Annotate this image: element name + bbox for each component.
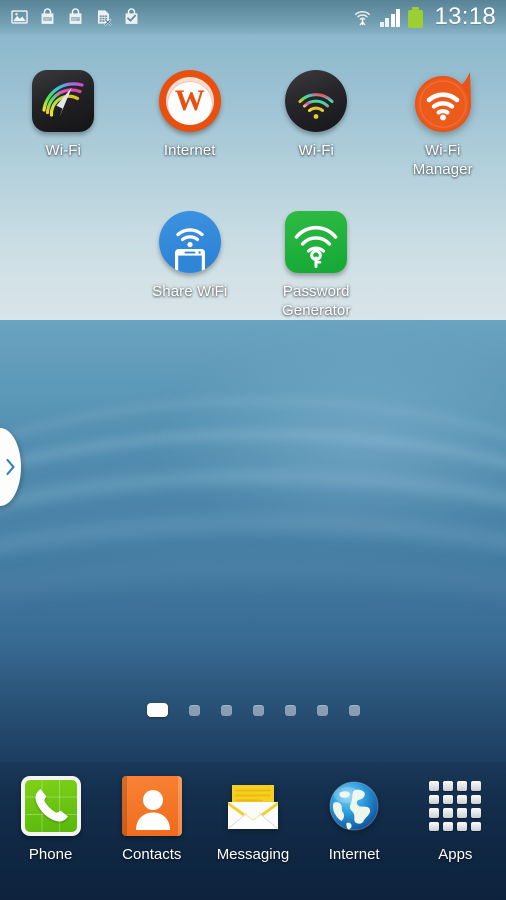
app-icon-password-generator[interactable]: Password Generator <box>253 203 380 320</box>
apps-grid-icon <box>425 776 485 836</box>
wifi-analyzer-icon <box>32 70 95 132</box>
status-bar[interactable]: 13:18 <box>0 0 506 34</box>
app-icon-internet-w[interactable]: W Internet <box>127 62 254 179</box>
status-bar-notifications[interactable] <box>10 7 141 27</box>
app-installed-check-icon <box>125 8 138 24</box>
dock-item-phone[interactable]: Phone <box>0 776 101 863</box>
app-label: Password Generator <box>282 283 351 319</box>
app-label: Wi-Fi Manager <box>412 142 473 178</box>
gallery-image-icon <box>11 10 28 24</box>
app-label: Wi-Fi <box>45 142 81 159</box>
app-label: Wi-Fi <box>298 142 334 159</box>
chevron-right-icon <box>6 458 15 476</box>
phone-icon <box>20 776 81 836</box>
app-row: Share WiFi Password Generator <box>0 203 506 320</box>
wifi-signal-icon <box>354 10 370 26</box>
page-indicator[interactable] <box>0 702 506 718</box>
home-app-grid: Wi-Fi W Internet Wi-Fi Wi-Fi Manager Sha… <box>0 62 506 320</box>
page-dot-5[interactable] <box>284 704 296 716</box>
page-dot-6[interactable] <box>316 704 328 716</box>
wifi-manager-icon <box>412 70 474 132</box>
app-icon-share-wifi[interactable]: Share WiFi <box>127 203 254 320</box>
page-dot-2[interactable] <box>188 704 200 716</box>
password-generator-icon <box>285 211 348 273</box>
messaging-icon <box>223 776 283 836</box>
dock: Phone Contacts Messaging Internet Apps <box>0 762 506 900</box>
share-wifi-icon <box>158 211 221 273</box>
cellular-signal-icon <box>379 8 401 27</box>
page-dot-3[interactable] <box>220 704 232 716</box>
android-home-screen: 13:18 Wi-Fi W Internet Wi-Fi Wi-Fi Manag… <box>0 0 506 900</box>
status-bar-clock: 13:18 <box>434 3 496 30</box>
battery-icon <box>408 6 424 28</box>
internet-w-icon: W <box>158 70 221 132</box>
globe-icon <box>324 776 384 836</box>
contacts-icon <box>121 776 182 836</box>
dock-item-internet[interactable]: Internet <box>304 776 405 863</box>
galaxy-apps-icon-2 <box>69 8 82 24</box>
galaxy-apps-icon <box>41 8 54 24</box>
app-label: Share WiFi <box>152 283 228 300</box>
app-icon-wifi-manager[interactable]: Wi-Fi Manager <box>380 62 506 179</box>
dock-item-contacts[interactable]: Contacts <box>101 776 202 863</box>
app-row: Wi-Fi W Internet Wi-Fi Wi-Fi Manager <box>0 62 506 179</box>
dock-item-messaging[interactable]: Messaging <box>202 776 303 863</box>
status-bar-system-icons[interactable]: 13:18 <box>353 5 496 29</box>
dock-label: Internet <box>328 846 380 863</box>
dock-label: Contacts <box>122 846 182 863</box>
app-icon-wifi-circle[interactable]: Wi-Fi <box>253 62 380 179</box>
page-dot-7[interactable] <box>348 704 360 716</box>
wifi-circle-icon <box>285 70 348 132</box>
dock-label: Phone <box>28 846 73 863</box>
app-label: Internet <box>163 142 216 159</box>
dock-label: Apps <box>438 846 473 863</box>
page-dot-1[interactable] <box>146 703 168 717</box>
no-sim-card-icon <box>97 10 112 26</box>
dock-label: Messaging <box>216 846 290 863</box>
app-icon-wifi-analyzer[interactable]: Wi-Fi <box>0 62 127 179</box>
dock-item-apps[interactable]: Apps <box>405 776 506 863</box>
page-dot-4[interactable] <box>252 704 264 716</box>
